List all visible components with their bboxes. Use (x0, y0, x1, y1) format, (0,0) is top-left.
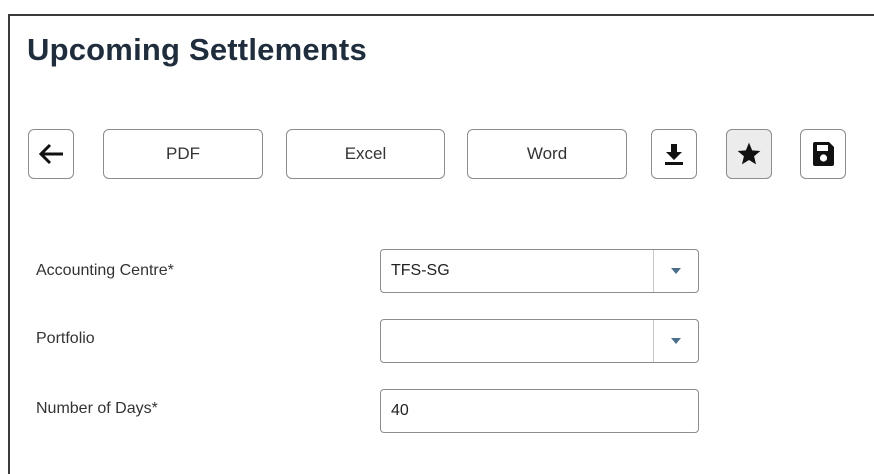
word-button[interactable]: Word (467, 129, 627, 179)
arrow-left-icon (37, 143, 65, 165)
number-of-days-label: Number of Days* (36, 400, 158, 417)
excel-button[interactable]: Excel (286, 129, 445, 179)
download-icon (663, 142, 685, 166)
chevron-down-icon (671, 338, 681, 344)
floppy-disk-icon (811, 141, 835, 167)
accounting-centre-label: Accounting Centre* (36, 262, 174, 279)
pdf-button[interactable]: PDF (103, 129, 263, 179)
save-button[interactable] (800, 129, 846, 179)
star-icon (736, 141, 762, 167)
portfolio-select[interactable] (380, 319, 699, 363)
number-of-days-input[interactable] (380, 389, 699, 433)
dropdown-arrow-button[interactable] (653, 250, 698, 292)
accounting-centre-select[interactable]: TFS-SG (380, 249, 699, 293)
page-title: Upcoming Settlements (27, 32, 367, 67)
favorite-button[interactable] (726, 129, 772, 179)
chevron-down-icon (671, 268, 681, 274)
download-button[interactable] (651, 129, 697, 179)
dropdown-arrow-button[interactable] (653, 320, 698, 362)
accounting-centre-value: TFS-SG (391, 262, 450, 279)
portfolio-label: Portfolio (36, 330, 95, 347)
settlements-panel: Upcoming Settlements PDF Excel Word Acco… (8, 14, 874, 474)
back-button[interactable] (28, 129, 74, 179)
